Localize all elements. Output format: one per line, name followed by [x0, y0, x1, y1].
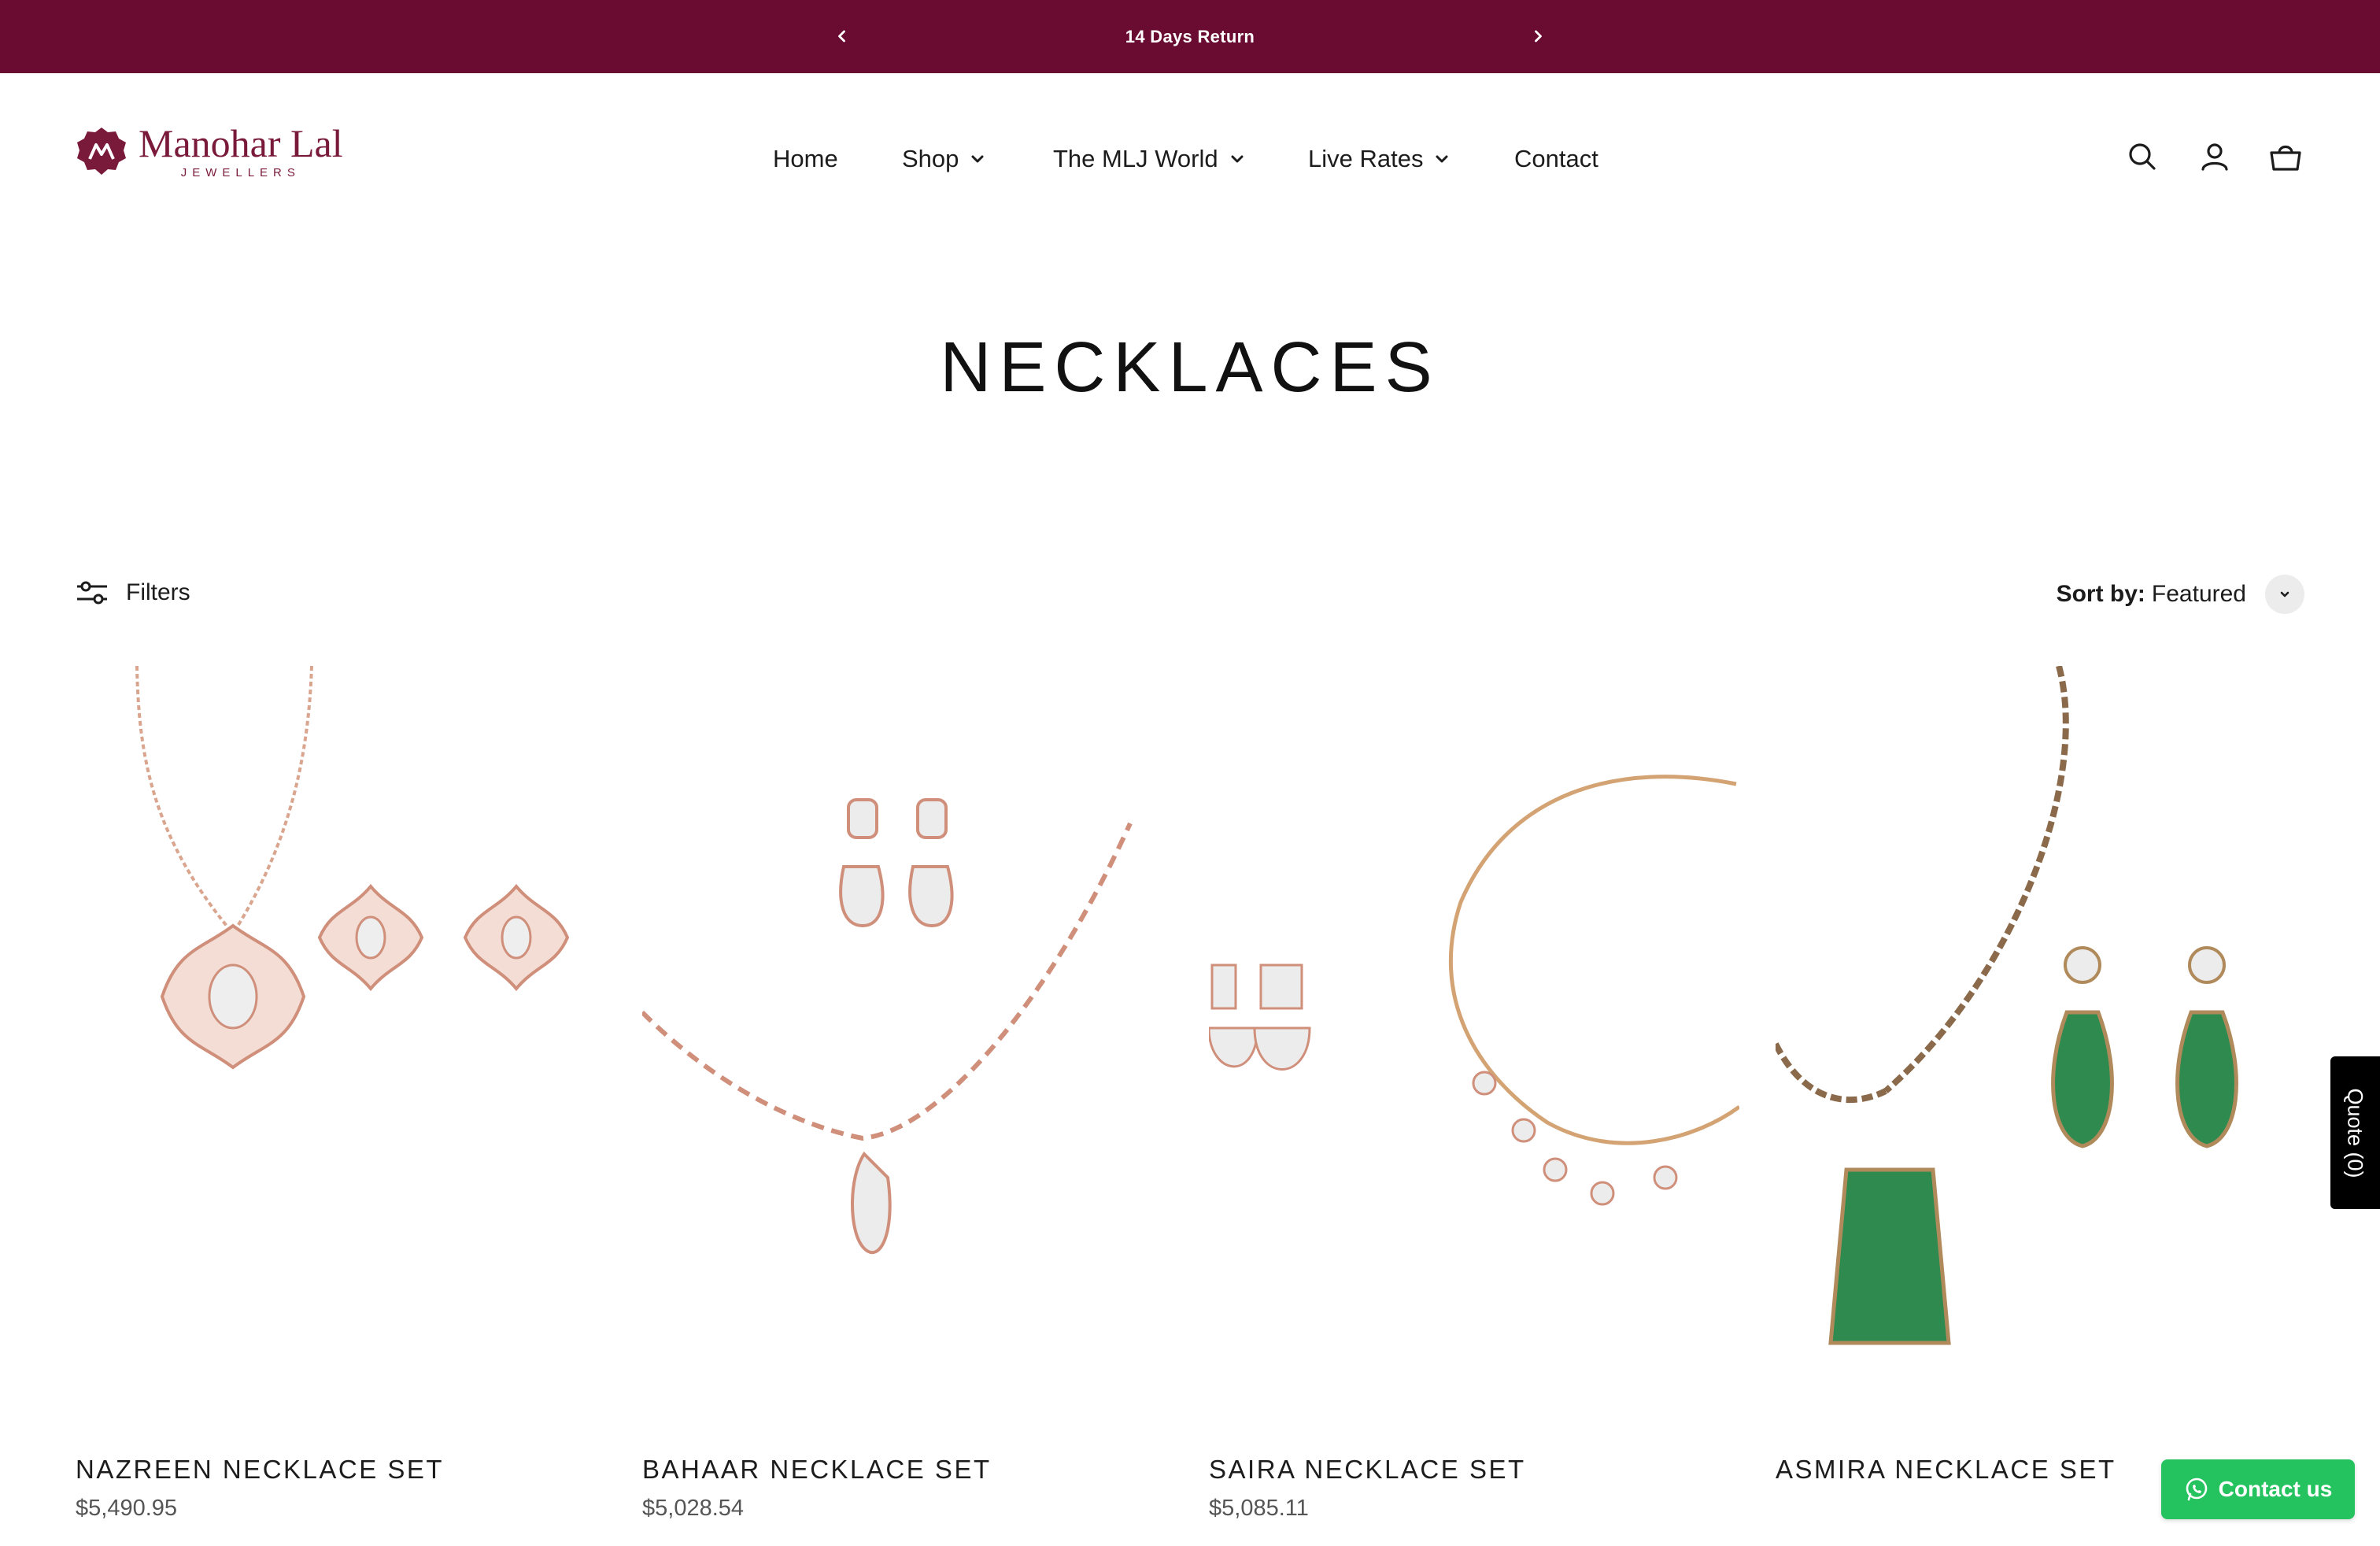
cart-button[interactable]	[2267, 138, 2304, 176]
contact-us-button[interactable]: Contact us	[2161, 1459, 2355, 1519]
product-photo	[642, 798, 1133, 1255]
nav-item-label: The MLJ World	[1053, 145, 1218, 172]
page-title: NECKLACES	[940, 328, 1440, 407]
nav-item-label: Home	[773, 145, 838, 172]
chevron-left-icon	[838, 30, 845, 43]
whatsapp-icon	[2186, 1478, 2207, 1501]
product-photo	[135, 666, 570, 1070]
nav-item-label: Live Rates	[1308, 145, 1424, 172]
announcement-text: 14 Days Return	[1125, 26, 1255, 46]
chevron-down-icon	[1231, 155, 1244, 163]
main-nav: Home Shop The MLJ World Live Rates Conta…	[0, 139, 2380, 179]
product-name[interactable]: SAIRA NECKLACE SET	[1209, 1455, 1739, 1485]
filters-label: Filters	[126, 579, 190, 605]
filters-button[interactable]: Filters	[76, 579, 190, 606]
product-image[interactable]	[1209, 666, 1739, 1359]
nav-item-label: Shop	[902, 145, 959, 172]
nav-item-home[interactable]: Home	[773, 139, 838, 179]
product-photo	[1209, 775, 1739, 1206]
product-card[interactable]: NAZREEN NECKLACE SET $5,490.95	[76, 666, 606, 1522]
chevron-down-icon	[2280, 591, 2289, 597]
product-card[interactable]: SAIRA NECKLACE SET $5,085.11	[1209, 666, 1739, 1522]
nav-item-shop[interactable]: Shop	[902, 139, 985, 179]
announcement-next-button[interactable]	[1524, 22, 1552, 50]
announcement-prev-button[interactable]	[828, 22, 856, 50]
sort-dropdown-button[interactable]	[2265, 575, 2304, 614]
contact-us-label: Contact us	[2218, 1477, 2333, 1501]
product-price: $5,028.54	[642, 1496, 745, 1521]
product-name[interactable]: BAHAAR NECKLACE SET	[642, 1455, 1173, 1485]
search-button[interactable]	[2123, 138, 2161, 176]
chevron-right-icon	[1535, 30, 1542, 43]
nav-item-contact[interactable]: Contact	[1514, 139, 1598, 179]
quote-tab[interactable]: Quote (0)	[2330, 1056, 2380, 1209]
nav-item-label: Contact	[1514, 145, 1598, 172]
product-image[interactable]	[642, 666, 1173, 1359]
product-price: $5,085.11	[1209, 1496, 1309, 1521]
sort-select[interactable]: Sort by: Featured	[2057, 575, 2304, 614]
search-icon	[2129, 143, 2156, 170]
announcement-bar: 14 Days Return	[0, 0, 2380, 73]
sliders-icon	[77, 581, 107, 605]
product-card[interactable]: ASMIRA NECKLACE SET	[1776, 666, 2306, 1496]
nav-item-live-rates[interactable]: Live Rates	[1308, 139, 1450, 179]
site-header: Manohar Lal JEWELLERS Home Shop The MLJ …	[0, 73, 2380, 231]
product-card[interactable]: BAHAAR NECKLACE SET $5,028.54	[642, 666, 1173, 1522]
cart-icon	[2270, 145, 2301, 171]
sort-value: Featured	[2151, 581, 2246, 607]
account-button[interactable]	[2196, 138, 2234, 176]
quote-tab-label: Quote (0)	[2344, 1087, 2367, 1178]
product-name[interactable]: NAZREEN NECKLACE SET	[76, 1455, 606, 1485]
nav-item-mlj-world[interactable]: The MLJ World	[1053, 139, 1245, 179]
sort-label: Sort by:	[2056, 581, 2145, 607]
product-price: $5,490.95	[76, 1496, 178, 1521]
product-photo	[1776, 666, 2238, 1345]
account-icon	[2201, 143, 2228, 171]
product-image[interactable]	[76, 666, 606, 1359]
chevron-down-icon	[1436, 155, 1448, 163]
chevron-down-icon	[971, 155, 984, 163]
product-image[interactable]	[1776, 666, 2306, 1359]
